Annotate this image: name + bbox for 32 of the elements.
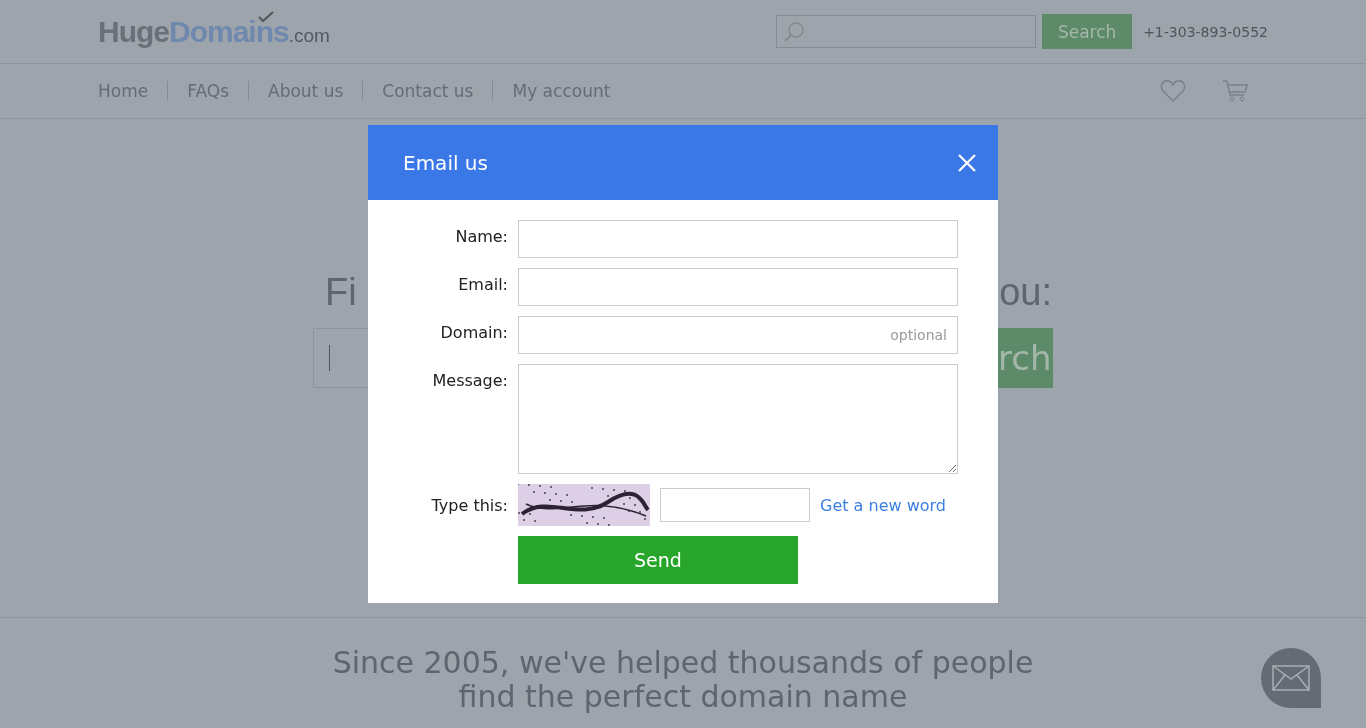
hero-heading: ou:: [999, 271, 1053, 314]
hero-heading: Fi: [324, 271, 358, 314]
input-field[interactable]: [518, 268, 958, 306]
send-button[interactable]: Send: [518, 536, 798, 584]
nav-link[interactable]: My account: [492, 81, 630, 101]
domain-search-button[interactable]: rch: [998, 328, 1053, 388]
nav-link[interactable]: Home: [98, 81, 168, 101]
new-word-link[interactable]: Get a new word: [820, 495, 946, 515]
phone-number: +1-303-893-0552: [1143, 23, 1268, 40]
close-button[interactable]: [958, 153, 976, 172]
nav-link[interactable]: Contact us: [362, 81, 493, 101]
captcha-field[interactable]: [660, 488, 810, 522]
nav-link[interactable]: FAQs: [167, 81, 248, 101]
email-button[interactable]: [1261, 648, 1321, 708]
nav-link[interactable]: About us: [248, 81, 363, 101]
tagline: find the perfect domain name: [458, 680, 908, 714]
message-field[interactable]: [518, 364, 958, 474]
input-field[interactable]: [518, 220, 958, 258]
heart-icon[interactable]: [1160, 79, 1186, 103]
search-field[interactable]: [776, 15, 1037, 48]
envelope-icon: [1272, 665, 1310, 691]
field-label: Domain:: [439, 322, 508, 342]
field-label: Message:: [431, 370, 508, 390]
tagline: Since 2005, we've helped thousands of people: [332, 646, 1034, 680]
search-icon: [783, 20, 806, 43]
field-label: Type this:: [430, 495, 508, 515]
field-label: Email:: [457, 274, 508, 294]
field-label: Name:: [454, 226, 508, 246]
dialog-title: Email us: [403, 150, 488, 175]
search-button[interactable]: Search: [1042, 14, 1133, 49]
cart-icon[interactable]: [1222, 79, 1248, 103]
input-field[interactable]: optional: [518, 316, 958, 354]
